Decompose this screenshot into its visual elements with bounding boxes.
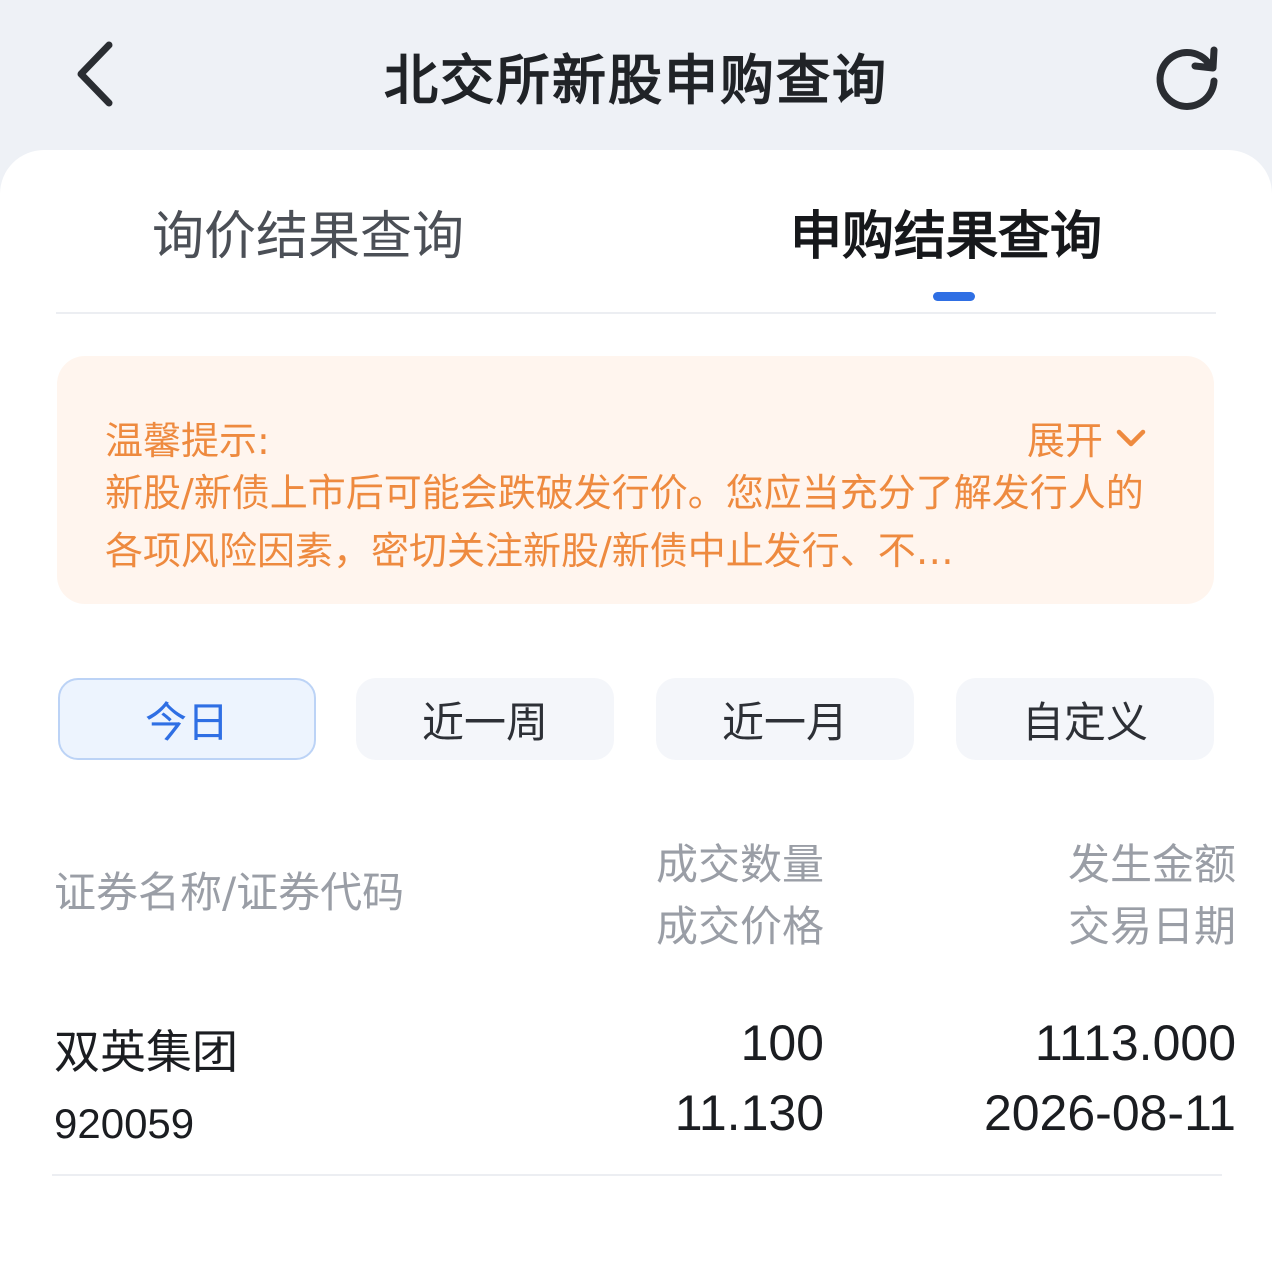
page-title: 北交所新股申购查询 xyxy=(384,49,888,112)
trade-quantity: 100 xyxy=(740,1015,824,1071)
tab-subscription-result[interactable]: 申购结果查询 xyxy=(790,194,1102,269)
filter-custom[interactable]: 自定义 xyxy=(956,678,1214,760)
expand-button[interactable]: 展开 xyxy=(1027,410,1147,465)
column-header-amount: 发生金额 xyxy=(1067,840,1236,889)
column-header-name-code: 证券名称/证券代码 xyxy=(54,868,405,917)
top-bar: 北交所新股申购查询 xyxy=(0,0,1272,150)
notice-body: 新股/新债上市后可能会跌破发行价。您应当充分了解发行人的各项风险因素，密切关注新… xyxy=(105,471,1144,573)
column-header-date: 交易日期 xyxy=(1067,902,1236,951)
trade-amount: 1113.000 xyxy=(1034,1015,1236,1071)
notice-title: 温馨提示: xyxy=(105,419,270,463)
filter-today[interactable]: 今日 xyxy=(58,678,316,760)
stock-code: 920059 xyxy=(54,1100,195,1147)
content-card: 询价结果查询 申购结果查询 温馨提示: 展开 新股/新债上市后可能会跌破发行价。… xyxy=(0,150,1272,1261)
column-header-qty-price: 成交数量 成交价格 xyxy=(656,834,824,958)
filter-month[interactable]: 近一月 xyxy=(656,678,914,760)
stock-name: 双英集团 xyxy=(54,1025,238,1079)
expand-label: 展开 xyxy=(1027,419,1104,463)
tab-bar: 询价结果查询 申购结果查询 xyxy=(56,150,1216,314)
tab-inquiry-result[interactable]: 询价结果查询 xyxy=(152,194,464,269)
trade-date: 2026-08-11 xyxy=(983,1085,1236,1141)
column-header-price: 成交价格 xyxy=(655,902,824,951)
table-row[interactable]: 双英集团 920059 100 11.130 1113.000 2026-08-… xyxy=(0,1000,1272,1176)
notice-box: 温馨提示: 展开 新股/新债上市后可能会跌破发行价。您应当充分了解发行人的各项风… xyxy=(57,356,1214,604)
column-header-amount-date: 发生金额 交易日期 xyxy=(1068,834,1236,958)
row-divider xyxy=(52,1174,1222,1176)
refresh-button[interactable] xyxy=(1148,38,1228,114)
trade-price: 11.130 xyxy=(674,1085,824,1141)
refresh-icon xyxy=(1156,46,1218,110)
chevron-down-icon xyxy=(1116,429,1146,446)
active-tab-indicator xyxy=(933,292,975,301)
filter-week[interactable]: 近一周 xyxy=(356,678,614,760)
column-header-qty: 成交数量 xyxy=(655,840,824,889)
